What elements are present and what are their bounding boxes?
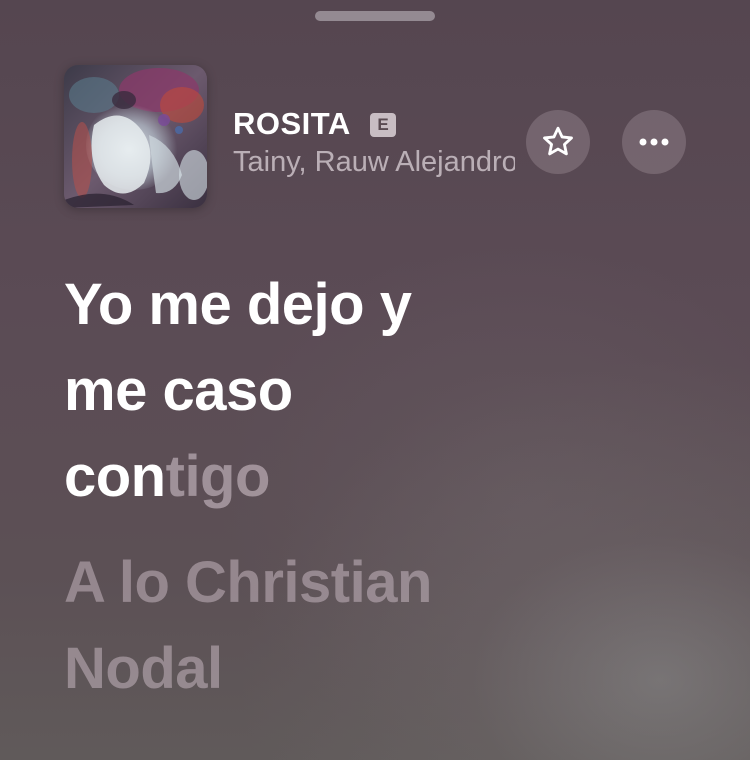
album-artwork[interactable] [64, 65, 207, 208]
lyric-line: Nodal [64, 636, 223, 701]
lyrics-view[interactable]: Yo me dejo y me caso contigo A lo Christ… [64, 262, 704, 712]
sheet-grabber-handle[interactable] [315, 11, 435, 21]
lyric-line: me caso [64, 358, 293, 423]
lyric-line: A lo Christian [64, 550, 432, 615]
star-icon [543, 126, 573, 156]
ellipsis-icon [639, 138, 669, 146]
lyric-line: Yo me dejo y [64, 272, 412, 337]
next-lyric[interactable]: A lo Christian Nodal [64, 540, 704, 712]
current-lyric[interactable]: Yo me dejo y me caso contigo [64, 262, 704, 520]
song-title: ROSITA [233, 106, 351, 141]
explicit-badge: E [370, 113, 396, 137]
artist-name[interactable]: Tainy, Rauw Alejandro [233, 146, 515, 179]
lyric-line: contigo [64, 434, 704, 520]
favorite-button[interactable] [526, 110, 590, 174]
album-artwork-image [64, 65, 207, 208]
lyric-unsung-part: tigo [165, 444, 271, 509]
more-options-button[interactable] [622, 110, 686, 174]
lyric-sung-part: con [64, 444, 166, 509]
